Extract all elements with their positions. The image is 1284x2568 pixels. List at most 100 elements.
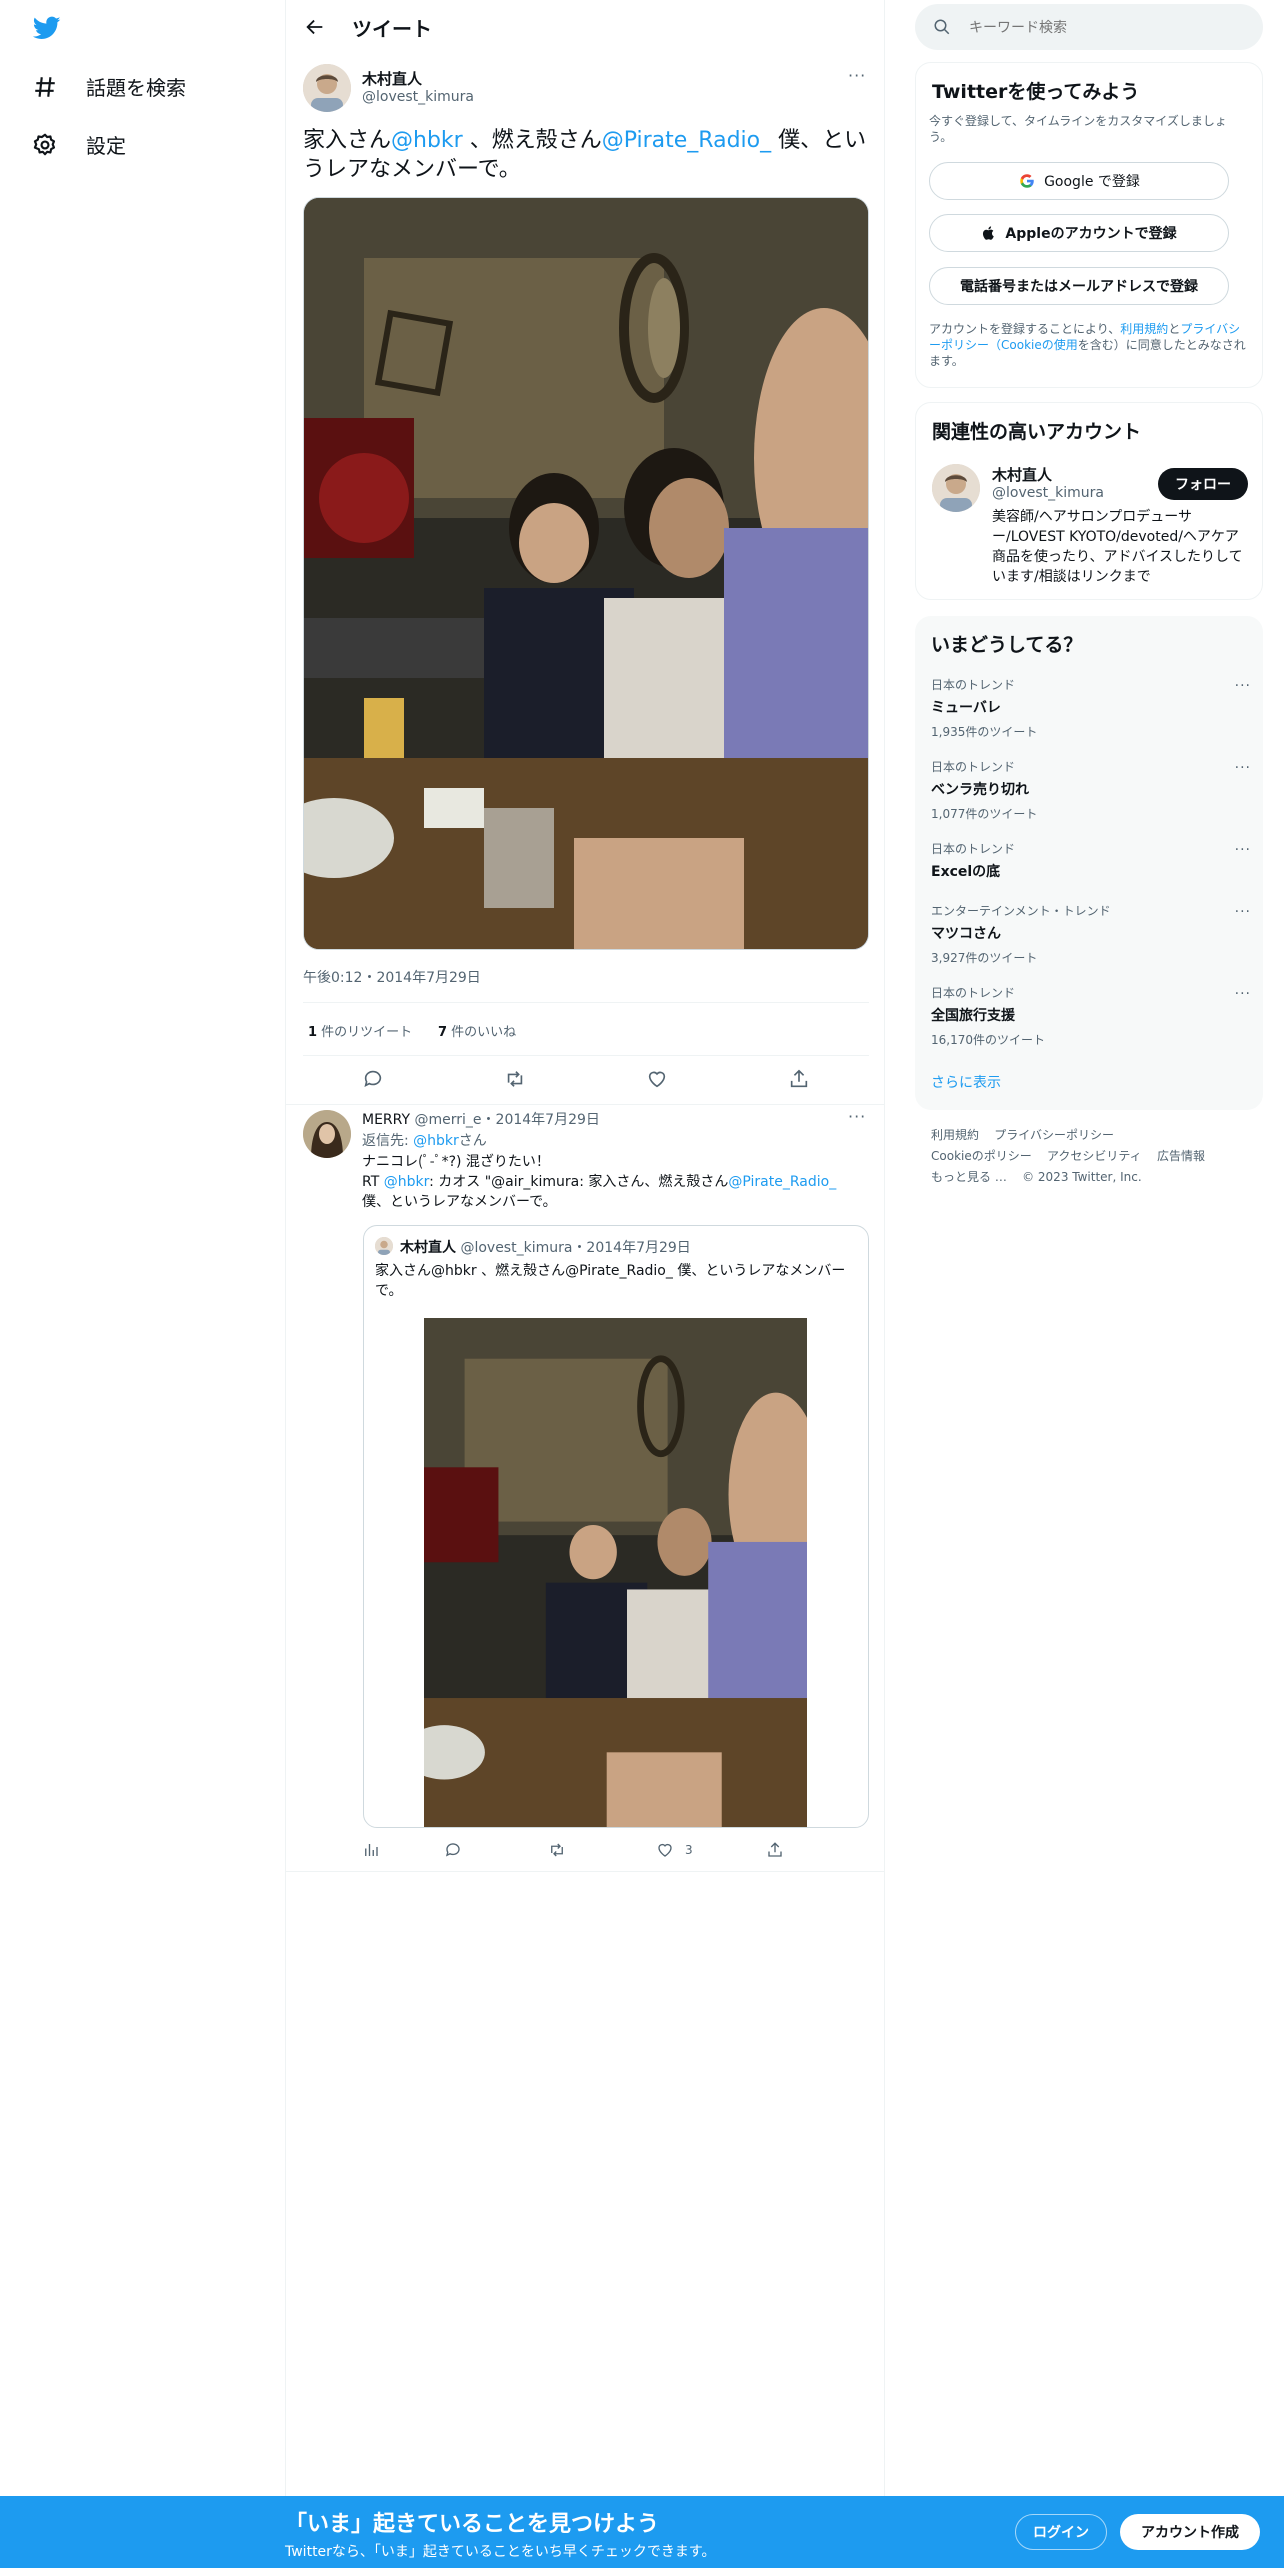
trend-item[interactable]: 日本のトレンド Excelの底 ···	[931, 840, 1251, 881]
trend-category: 日本のトレンド	[931, 986, 1016, 1000]
more-options-icon[interactable]: ···	[1235, 842, 1251, 858]
related-avatar[interactable]	[932, 464, 980, 512]
likes-stat[interactable]: 7 件のいいね	[438, 1021, 516, 1040]
trend-item[interactable]: 日本のトレンド ベンラ売り切れ 1,077件のツイート ···	[931, 758, 1251, 822]
twitter-logo-icon[interactable]	[32, 14, 62, 42]
author-avatar[interactable]	[303, 64, 351, 112]
footer-link[interactable]: 広告情報	[1157, 1149, 1205, 1163]
phone-email-signup-label: 電話番号またはメールアドレスで登録	[960, 279, 1198, 295]
related-handle[interactable]: @lovest_kimura	[992, 485, 1104, 501]
footer-more-link[interactable]: もっと見る …	[931, 1170, 1007, 1184]
nav-explore[interactable]: 話題を検索	[32, 72, 186, 101]
login-button[interactable]: ログイン	[1015, 2514, 1107, 2550]
page-title: ツイート	[352, 16, 432, 41]
mention-link[interactable]: @hbkr	[391, 128, 463, 153]
divider	[286, 1871, 884, 1872]
mention-link[interactable]: @Pirate_Radio_	[728, 1174, 836, 1190]
trend-name: マツコさん	[931, 926, 1001, 942]
reply-author-handle[interactable]: @merri_e	[415, 1112, 482, 1128]
related-name[interactable]: 木村直人	[992, 464, 1052, 485]
nav-settings[interactable]: 設定	[32, 130, 126, 159]
tweet-timestamp[interactable]: 午後0:12・2014年7月29日	[303, 967, 481, 987]
tweet-text: 家入さん@hbkr 、燃え殻さん@Pirate_Radio_ 僕、というレアなメ…	[303, 126, 873, 184]
divider	[286, 1104, 884, 1105]
phone-email-signup-button[interactable]: 電話番号またはメールアドレスで登録	[929, 267, 1229, 305]
more-options-icon[interactable]: ···	[1235, 760, 1251, 776]
nav-settings-label: 設定	[86, 134, 126, 158]
more-options-icon[interactable]: ···	[848, 66, 866, 85]
retweets-count: 1	[308, 1025, 318, 1040]
retweets-stat[interactable]: 1 件のリツイート	[308, 1021, 412, 1040]
share-icon[interactable]	[766, 1841, 788, 1863]
author-name[interactable]: 木村直人	[362, 68, 422, 89]
gear-icon	[33, 133, 56, 155]
reply-date[interactable]: ・2014年7月29日	[482, 1112, 600, 1128]
reply-icon[interactable]	[444, 1841, 466, 1863]
quoted-tweet[interactable]: 木村直人 @lovest_kimura・2014年7月29日 家入さん@hbkr…	[363, 1225, 869, 1828]
trend-count: 16,170件のツイート	[931, 1033, 1045, 1047]
likes-label: 件のいいね	[447, 1025, 517, 1040]
footer-link[interactable]: プライバシーポリシー	[994, 1128, 1114, 1142]
reply-to-suffix: さん	[458, 1133, 487, 1149]
page-header: ツイート	[286, 0, 886, 54]
google-icon	[1020, 174, 1034, 188]
reply-text: ナニコレ(ﾟ-ﾟ*?) 混ざりたい！ RT @hbkr: カオス "@air_k…	[362, 1152, 867, 1212]
trend-item[interactable]: 日本のトレンド ミューバレ 1,935件のツイート ···	[931, 676, 1251, 740]
like-icon[interactable]	[656, 1841, 678, 1863]
google-signup-label: Google で登録	[1044, 174, 1140, 190]
author-handle[interactable]: @lovest_kimura	[362, 89, 474, 105]
signup-title: Twitterを使ってみよう	[932, 81, 1140, 103]
search-input[interactable]	[967, 14, 1251, 42]
follow-button[interactable]: フォロー	[1158, 468, 1248, 500]
back-arrow-icon[interactable]	[304, 16, 326, 38]
signup-legal: アカウントを登録することにより、利用規約とプライバシーポリシー（Cookieの使…	[929, 321, 1247, 369]
reply-icon[interactable]	[362, 1068, 384, 1090]
apple-signup-button[interactable]: Appleのアカウントで登録	[929, 214, 1229, 252]
retweets-label: 件のリツイート	[317, 1025, 413, 1040]
search-box[interactable]	[915, 4, 1263, 50]
analytics-icon[interactable]	[362, 1841, 384, 1863]
quoted-photo[interactable]	[424, 1318, 807, 1827]
trend-name: Excelの底	[931, 864, 1001, 880]
quoted-author-handle: @lovest_kimura	[460, 1240, 573, 1256]
signup-banner: 「いま」起きていることを見つけよう Twitterなら、「いま」起きていることを…	[0, 2496, 1284, 2568]
reply-rt-line: RT @hbkr: カオス "@air_kimura: 家入さん、燃え殻さん@P…	[362, 1172, 867, 1192]
footer-link[interactable]: Cookieのポリシー	[931, 1149, 1032, 1163]
create-account-button[interactable]: アカウント作成	[1120, 2514, 1260, 2550]
rt-prefix: RT	[362, 1174, 384, 1190]
mention-link[interactable]: @hbkr	[384, 1174, 429, 1190]
more-options-icon[interactable]: ···	[1235, 904, 1251, 920]
nav-explore-label: 話題を検索	[86, 76, 186, 100]
reply-to-line: 返信先: @hbkrさん	[362, 1130, 487, 1150]
tweet-text-part: 家入さん	[303, 128, 392, 153]
reply-text-line: ナニコレ(ﾟ-ﾟ*?) 混ざりたい！	[362, 1154, 550, 1170]
rt-tail: 僕、というレアなメンバーで。	[362, 1194, 557, 1210]
like-icon[interactable]	[646, 1068, 668, 1090]
signup-subtitle: 今すぐ登録して、タイムラインをカスタマイズしましょう。	[929, 114, 1227, 144]
trend-name: ベンラ売り切れ	[931, 782, 1029, 798]
more-options-icon[interactable]: ···	[1235, 678, 1251, 694]
share-icon[interactable]	[788, 1068, 810, 1090]
cookie-link[interactable]: （Cookieの使用	[989, 338, 1078, 352]
terms-link[interactable]: 利用規約	[1120, 322, 1168, 336]
trend-item[interactable]: 日本のトレンド 全国旅行支援 16,170件のツイート ···	[931, 984, 1251, 1048]
reply-author-avatar[interactable]	[303, 1110, 351, 1158]
mention-link[interactable]: @Pirate_Radio_	[602, 128, 771, 153]
retweet-icon[interactable]	[504, 1068, 526, 1090]
google-signup-button[interactable]: Google で登録	[929, 162, 1229, 200]
reply-header: MERRY @merri_e・2014年7月29日	[362, 1109, 600, 1129]
left-nav: 話題を検索 設定	[0, 0, 285, 2568]
tweet-photo[interactable]	[303, 197, 869, 950]
trend-item[interactable]: エンターテインメント・トレンド マツコさん 3,927件のツイート ···	[931, 902, 1251, 966]
trend-name: ミューバレ	[931, 700, 1001, 716]
reply-author-name[interactable]: MERRY	[362, 1112, 410, 1128]
more-options-icon[interactable]: ···	[1235, 986, 1251, 1002]
reply-to-mention[interactable]: @hbkr	[413, 1133, 459, 1149]
trend-count: 3,927件のツイート	[931, 951, 1038, 965]
more-options-icon[interactable]: ···	[848, 1107, 866, 1126]
retweet-icon[interactable]	[548, 1841, 570, 1863]
footer-link[interactable]: アクセシビリティ	[1047, 1149, 1142, 1163]
show-more-link[interactable]: さらに表示	[931, 1072, 1001, 1092]
footer-link[interactable]: 利用規約	[931, 1128, 979, 1142]
quoted-author-name: 木村直人	[400, 1240, 456, 1256]
